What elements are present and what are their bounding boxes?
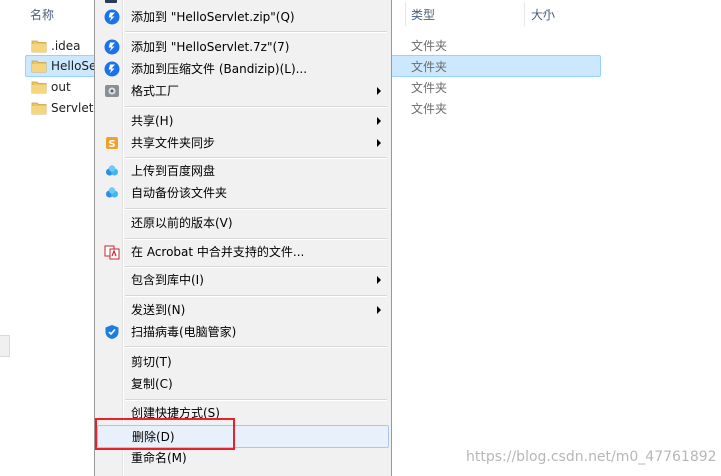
menu-item-label: 添加到 "HelloServlet.zip"(Q) [131,10,295,24]
submenu-arrow-icon [377,276,381,284]
column-header-name[interactable]: 名称 [26,0,54,28]
sync-icon: S [106,137,118,150]
submenu-arrow-icon [377,306,381,314]
file-name: HelloSe [51,59,97,73]
menu-item-label: 共享文件夹同步 [131,136,216,150]
menu-item-add-archive[interactable]: 添加到压缩文件 (Bandizip)(L)... [97,58,389,80]
menu-item-label: 添加到压缩文件 (Bandizip)(L)... [131,62,308,76]
submenu-arrow-icon [377,117,381,125]
file-type: 文件夹 [411,39,448,53]
menu-item-label: 添加到 "HelloServlet.7z"(7) [131,40,290,54]
menu-item-label: 扫描病毒(电脑管家) [131,325,237,339]
menu-item-label: 还原以前的版本(V) [131,216,233,230]
bandizip-icon [104,9,120,25]
menu-item-add-zip[interactable]: 添加到 "HelloServlet.zip"(Q) [97,6,389,28]
menu-item-cut[interactable]: 剪切(T) [97,351,389,373]
menu-item-copy[interactable]: 复制(C) [97,373,389,395]
format-factory-icon [105,85,119,97]
menu-item-label: 复制(C) [131,377,173,391]
menu-separator [125,266,387,268]
folder-icon [31,40,47,53]
menu-item-label: 剪切(T) [131,355,172,369]
menu-item-send-to[interactable]: 发送到(N) [97,299,389,321]
menu-item-label: 格式工厂 [131,84,180,98]
menu-item-label: 在 Acrobat 中合并支持的文件... [131,245,305,259]
menu-item-label: 共享(H) [131,114,174,128]
menu-separator [125,106,387,108]
file-type: 文件夹 [411,102,448,116]
highlight-annotation-box [95,418,235,450]
watermark-text: https://blog.csdn.net/m0_47761892 [466,449,717,465]
menu-separator [125,399,387,401]
menu-item-share[interactable]: 共享(H) [97,110,389,132]
menu-item-rename[interactable]: 重命名(M) [97,447,389,469]
column-divider[interactable] [405,2,406,26]
menu-item-auto-backup[interactable]: 自动备份该文件夹 [97,182,389,204]
menu-separator [125,157,387,159]
file-name: .idea [51,39,81,53]
column-divider[interactable] [524,2,525,26]
shield-icon [105,325,119,339]
submenu-arrow-icon [377,139,381,147]
file-type: 文件夹 [411,81,448,95]
menu-item-share-sync[interactable]: S 共享文件夹同步 [97,132,389,154]
file-row[interactable]: ServletD [24,98,103,119]
menu-item-acrobat-combine[interactable]: 在 Acrobat 中合并支持的文件... [97,241,389,263]
menu-separator [125,238,387,240]
menu-item-label: 包含到库中(I) [131,273,204,287]
menu-separator [125,31,387,33]
acrobat-icon [104,245,120,260]
folder-icon [31,102,47,115]
menu-item-label: 上传到百度网盘 [131,164,216,178]
menu-item-format-factory[interactable]: 格式工厂 [97,80,389,102]
navigation-pane-scroll[interactable] [0,335,10,357]
baidu-cloud-icon [106,187,118,198]
folder-icon [31,60,47,73]
column-header-type[interactable]: 类型 [407,0,435,28]
file-row[interactable]: HelloSe [24,56,97,77]
file-row[interactable]: .idea [24,36,94,57]
context-menu: 添加到 "HelloServlet.zip"(Q) 添加到 "HelloServ… [94,0,392,476]
menu-separator [125,208,387,210]
file-row[interactable]: out [24,77,94,98]
file-name: out [51,80,71,94]
svg-text:S: S [108,139,115,150]
menu-item-label: 自动备份该文件夹 [131,186,228,200]
menu-item-upload-baidu[interactable]: 上传到百度网盘 [97,160,389,182]
baidu-cloud-icon [106,165,118,176]
sort-chevron-icon[interactable] [542,9,552,17]
menu-separator [125,295,387,297]
menu-item-scan-virus[interactable]: 扫描病毒(电脑管家) [97,321,389,343]
menu-item-label: 重命名(M) [131,451,187,465]
menu-item-include-library[interactable]: 包含到库中(I) [97,269,389,291]
file-type: 文件夹 [411,60,448,74]
folder-icon [31,81,47,94]
partial-menu-icon [105,0,117,3]
menu-item-add-7z[interactable]: 添加到 "HelloServlet.7z"(7) [97,36,389,58]
submenu-arrow-icon [377,87,381,95]
menu-item-label: 发送到(N) [131,303,186,317]
menu-separator [125,346,387,348]
bandizip-icon [104,61,120,77]
bandizip-icon [104,39,120,55]
menu-item-restore-versions[interactable]: 还原以前的版本(V) [97,212,389,234]
